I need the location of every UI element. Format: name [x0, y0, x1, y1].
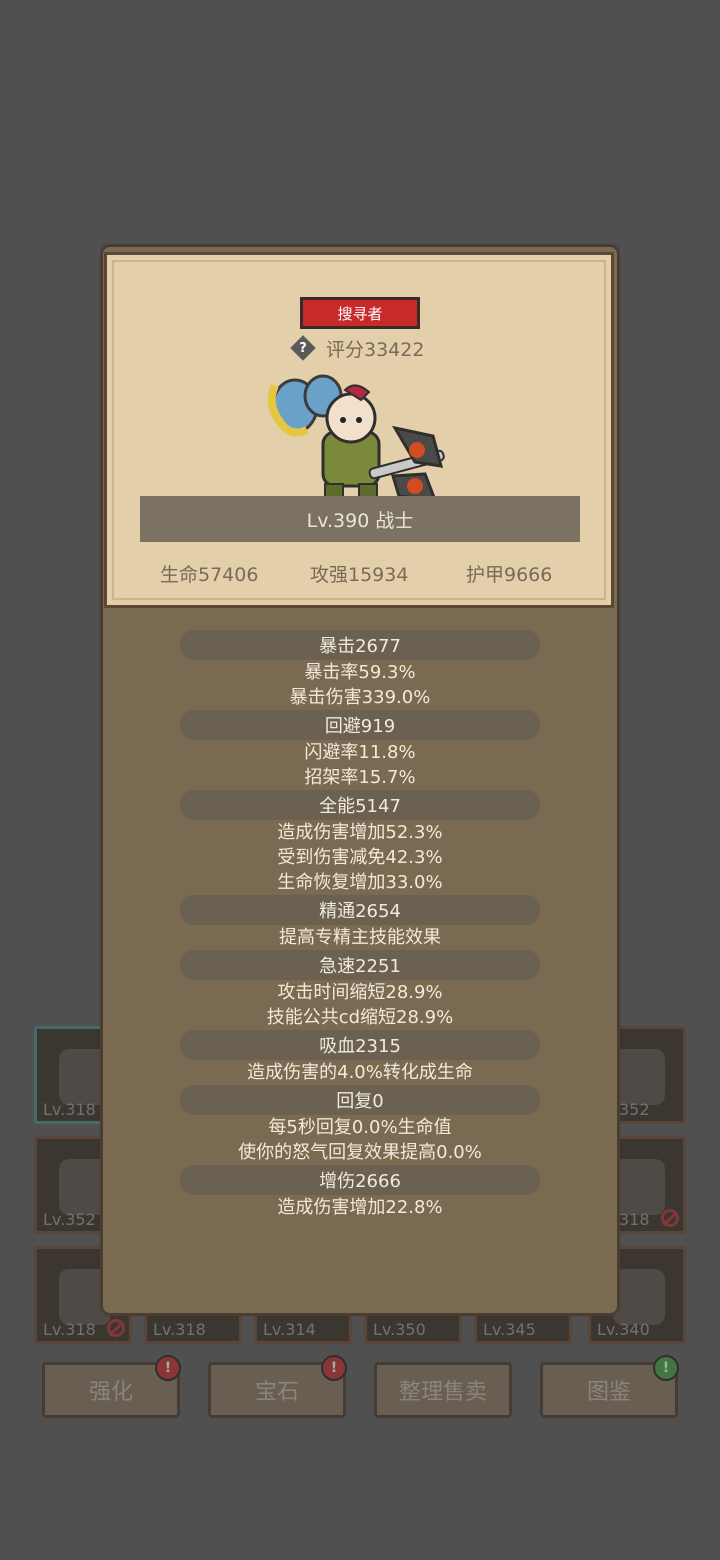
armor-stat: 护甲9666 [466, 564, 553, 586]
score-row: ? 评分33422 [290, 334, 424, 362]
stat-detail: 每5秒回复0.0%生命值 [268, 1117, 452, 1138]
stat-header-damage-increase: 增伤2666 [180, 1165, 540, 1195]
stat-detail: 暴击率59.3% [304, 662, 416, 683]
stat-detail: 生命恢复增加33.0% [277, 872, 443, 893]
stat-header-mastery: 精通2654 [180, 895, 540, 925]
stat-header-haste: 急速2251 [180, 950, 540, 980]
stat-header-regen: 回复0 [180, 1085, 540, 1115]
hp-stat: 生命57406 [160, 564, 259, 586]
stat-header-crit: 暴击2677 [180, 630, 540, 660]
score-label: 评分33422 [326, 338, 425, 361]
detailed-stats-list: 暴击2677 暴击率59.3% 暴击伤害339.0% 回避919 闪避率11.8… [100, 630, 620, 1220]
stat-header-lifesteal: 吸血2315 [180, 1030, 540, 1060]
stat-detail: 攻击时间缩短28.9% [277, 982, 443, 1003]
stat-detail: 闪避率11.8% [304, 742, 416, 763]
stat-detail: 招架率15.7% [304, 767, 416, 788]
stat-header-avoidance: 回避919 [180, 710, 540, 740]
level-class-label: Lv.390 战士 [306, 509, 414, 532]
help-icon[interactable]: ? [290, 335, 316, 361]
stat-detail: 造成伤害增加22.8% [277, 1197, 443, 1218]
stat-detail: 造成伤害增加52.3% [277, 822, 443, 843]
stat-detail: 造成伤害的4.0%转化成生命 [247, 1062, 473, 1083]
rank-badge: 搜寻者 [300, 297, 420, 329]
stat-detail: 受到伤害减免42.3% [277, 847, 443, 868]
stat-detail: 技能公共cd缩短28.9% [266, 1007, 454, 1028]
stat-detail: 使你的怒气回复效果提高0.0% [238, 1142, 482, 1163]
stat-detail: 提高专精主技能效果 [279, 927, 441, 948]
attack-stat: 攻强15934 [310, 564, 409, 586]
stat-header-versatility: 全能5147 [180, 790, 540, 820]
stat-detail: 暴击伤害339.0% [289, 687, 431, 708]
warrior-character-sprite [267, 374, 445, 502]
level-class-bar: Lv.390 战士 [140, 496, 580, 542]
